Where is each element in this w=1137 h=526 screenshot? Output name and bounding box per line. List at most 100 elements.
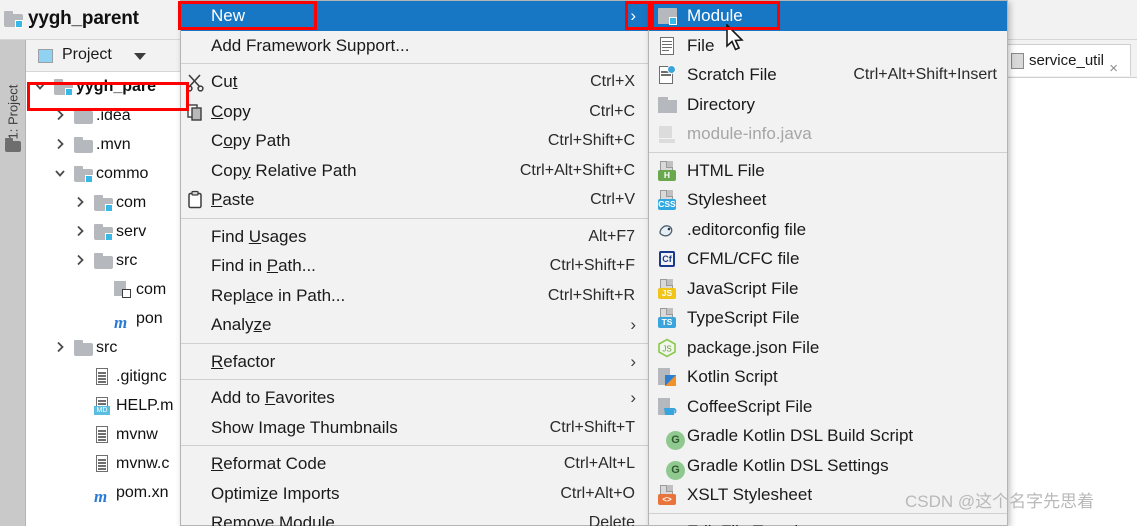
- submenu-item-label: JavaScript File: [687, 278, 799, 298]
- editor-tab-label: service_util: [1028, 52, 1104, 69]
- chevron-right-icon: ›: [630, 388, 636, 407]
- submenu-item-directory[interactable]: Directory: [649, 90, 1007, 120]
- submenu-item-scratch-file[interactable]: Scratch File Ctrl+Alt+Shift+Insert: [649, 60, 1007, 90]
- menu-item-label: Refactor: [211, 351, 276, 371]
- menu-item-cut[interactable]: Cut Ctrl+X: [181, 67, 649, 97]
- chevron-down-icon[interactable]: [134, 53, 146, 60]
- editor-tab-service-util[interactable]: service_util ×: [1003, 44, 1131, 77]
- sidebar-item-project-label[interactable]: 1: Project: [6, 60, 21, 140]
- xslt-file-icon: <>: [657, 485, 677, 505]
- submenu-item-stylesheet[interactable]: CSS Stylesheet: [649, 185, 1007, 215]
- file-type-badge: TS: [658, 317, 676, 328]
- submenu-item-javascript-file[interactable]: JS JavaScript File: [649, 274, 1007, 304]
- submenu-item-label: TypeScript File: [687, 308, 800, 327]
- module-folder-icon: [74, 159, 94, 188]
- menu-item-copy[interactable]: Copy Ctrl+C: [181, 97, 649, 127]
- folder-icon: [94, 246, 114, 275]
- text-file-glyph: [94, 426, 110, 444]
- submenu-item-html-file[interactable]: H HTML File: [649, 156, 1007, 186]
- submenu-item-label: CFML/CFC file: [687, 249, 800, 268]
- file-type-badge: JS: [658, 287, 676, 299]
- submenu-item-file[interactable]: File: [649, 31, 1007, 61]
- folder-glyph: [74, 166, 93, 183]
- watermark: CSDN @这个名字先思着: [905, 492, 1095, 511]
- menu-item-show-image-thumbnails[interactable]: Show Image Thumbnails Ctrl+Shift+T: [181, 413, 649, 443]
- tree-item-label: src: [96, 339, 118, 356]
- menu-item-add-framework-support[interactable]: Add Framework Support...: [181, 31, 649, 61]
- submenu-item-edit-file-templates[interactable]: Edit File Templates...: [649, 517, 1007, 526]
- submenu-item-typescript-file[interactable]: TS TypeScript File: [649, 303, 1007, 333]
- gradle-icon: G: [657, 456, 685, 480]
- chevron-right-icon[interactable]: [74, 188, 88, 217]
- text-file-icon: [657, 36, 677, 56]
- menu-item-analyze[interactable]: Analyze ›: [181, 310, 649, 340]
- new-submenu[interactable]: Module File Scratch File Ctrl+Alt+Shift+Ins…: [648, 0, 1008, 526]
- project-view-icon: [38, 49, 53, 63]
- submenu-item-gradle-kotlin-dsl-build-script[interactable]: G Gradle Kotlin DSL Build Script: [649, 421, 1007, 451]
- submenu-item--editorconfig-file[interactable]: .editorconfig file: [649, 215, 1007, 245]
- tree-item-label: mvnw: [116, 426, 158, 443]
- chevron-right-icon[interactable]: [74, 246, 88, 275]
- submenu-item-cfml-cfc-file[interactable]: Cf CFML/CFC file: [649, 244, 1007, 274]
- folder-icon[interactable]: [5, 138, 21, 152]
- menu-item-refactor[interactable]: Refactor ›: [181, 347, 649, 377]
- submenu-item-label: Directory: [687, 94, 756, 114]
- chevron-right-icon[interactable]: [54, 333, 68, 362]
- kotlin-script-icon: [657, 367, 677, 387]
- chevron-right-icon[interactable]: [54, 101, 68, 130]
- css-file-icon: CSS: [657, 190, 677, 210]
- menu-item-shortcut: Ctrl+X: [590, 73, 635, 90]
- submenu-separator: [649, 151, 1007, 153]
- scissors-icon: [185, 72, 205, 92]
- submenu-separator: [649, 512, 1007, 514]
- menu-item-remove-module[interactable]: Remove Module Delete: [181, 508, 649, 526]
- submenu-item-coffeescript-file[interactable]: CoffeeScript File: [649, 392, 1007, 422]
- nodejs-package-icon: JS: [657, 338, 677, 358]
- menu-item-new[interactable]: New ›: [181, 1, 649, 31]
- menu-item-label: Copy Relative Path: [211, 160, 357, 180]
- chevron-right-icon[interactable]: [54, 130, 68, 159]
- submenu-item-gradle-kotlin-dsl-settings[interactable]: G Gradle Kotlin DSL Settings: [649, 451, 1007, 481]
- folder-glyph: [94, 224, 113, 241]
- submenu-item-module[interactable]: Module: [649, 1, 1007, 31]
- menu-item-find-usages[interactable]: Find Usages Alt+F7: [181, 222, 649, 252]
- menu-item-label: Remove Module: [211, 513, 335, 526]
- folder-glyph: [74, 340, 93, 356]
- typescript-file-icon: TS: [657, 308, 677, 328]
- text-file-glyph: [94, 455, 110, 473]
- menu-separator: [181, 379, 649, 380]
- config-glyph: [114, 281, 131, 298]
- menu-item-find-in-path[interactable]: Find in Path... Ctrl+Shift+F: [181, 251, 649, 281]
- menu-item-label: Paste: [211, 190, 255, 209]
- chevron-right-icon: ›: [630, 315, 636, 334]
- submenu-item-kotlin-script[interactable]: Kotlin Script: [649, 362, 1007, 392]
- menu-item-shortcut: Alt+F7: [588, 227, 635, 245]
- menu-item-paste[interactable]: Paste Ctrl+V: [181, 185, 649, 215]
- menu-item-shortcut: Ctrl+Alt+Shift+C: [519, 161, 635, 179]
- menu-item-label: Find in Path...: [211, 256, 316, 275]
- chevron-right-icon[interactable]: [74, 217, 88, 246]
- menu-item-shortcut: Ctrl+Shift+F: [549, 257, 635, 274]
- menu-item-shortcut: Ctrl+Shift+C: [547, 132, 635, 149]
- javascript-file-icon: JS: [657, 278, 677, 299]
- menu-item-reformat-code[interactable]: Reformat Code Ctrl+Alt+L: [181, 449, 649, 479]
- menu-item-optimize-imports[interactable]: Optimize Imports Ctrl+Alt+O: [181, 479, 649, 509]
- file-type-badge: <>: [658, 494, 676, 505]
- context-menu[interactable]: New › Add Framework Support... Cut Ctrl+X Cop…: [180, 0, 650, 526]
- chevron-down-icon[interactable]: [34, 72, 48, 101]
- chevron-down-icon[interactable]: [54, 159, 68, 188]
- submenu-item-package-json-file[interactable]: JS package.json File: [649, 333, 1007, 363]
- menu-item-copy-relative-path[interactable]: Copy Relative Path Ctrl+Alt+Shift+C: [181, 156, 649, 186]
- ide-screenshot: yygh_parent 1: Project Project yygh_pare…: [0, 0, 1137, 526]
- menu-item-copy-path[interactable]: Copy Path Ctrl+Shift+C: [181, 126, 649, 156]
- text-file-icon: [94, 362, 114, 391]
- submenu-item-label: CoffeeScript File: [687, 396, 813, 416]
- menu-item-label: Add Framework Support...: [211, 35, 410, 55]
- menu-item-add-to-favorites[interactable]: Add to Favorites ›: [181, 383, 649, 413]
- maven-pom-icon: m: [94, 478, 114, 507]
- menu-item-label: New: [211, 6, 246, 25]
- menu-item-shortcut: Ctrl+Alt+L: [563, 455, 635, 472]
- submenu-item-label: module-info.java: [687, 124, 812, 143]
- xml-file-icon: [1010, 53, 1024, 69]
- menu-item-replace-in-path[interactable]: Replace in Path... Ctrl+Shift+R: [181, 281, 649, 311]
